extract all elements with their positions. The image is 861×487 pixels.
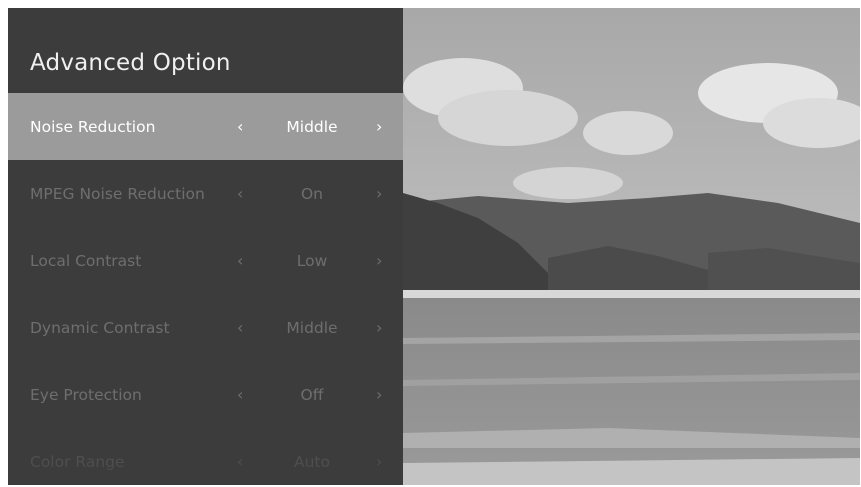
chevron-left-icon[interactable]: ‹ [237, 385, 243, 404]
menu-row-label: Color Range [30, 452, 125, 471]
menu-row-local-contrast[interactable]: Local Contrast ‹ Low › [8, 227, 403, 294]
chevron-right-icon[interactable]: › [376, 184, 382, 203]
menu-row-label: Local Contrast [30, 251, 142, 270]
menu-row-value: Off [300, 385, 324, 404]
chevron-left-icon[interactable]: ‹ [237, 318, 243, 337]
tv-screen: Advanced Option Noise Reduction ‹ Middle… [8, 8, 860, 485]
panel-title: Advanced Option [30, 50, 231, 76]
chevron-right-icon[interactable]: › [376, 251, 382, 270]
menu-row-label: MPEG Noise Reduction [30, 184, 205, 203]
menu-row-value: Middle [286, 117, 338, 136]
menu-row-value: Low [296, 251, 328, 270]
chevron-right-icon[interactable]: › [376, 385, 382, 404]
menu-row-color-range[interactable]: Color Range ‹ Auto › [8, 428, 403, 485]
advanced-option-panel: Advanced Option Noise Reduction ‹ Middle… [8, 8, 403, 485]
menu-row-dynamic-contrast[interactable]: Dynamic Contrast ‹ Middle › [8, 294, 403, 361]
menu-row-label: Eye Protection [30, 385, 142, 404]
menu-row-noise-reduction[interactable]: Noise Reduction ‹ Middle › [8, 93, 403, 160]
chevron-left-icon[interactable]: ‹ [237, 117, 243, 136]
chevron-right-icon[interactable]: › [376, 117, 382, 136]
menu-row-value: Auto [294, 452, 330, 471]
chevron-left-icon[interactable]: ‹ [237, 184, 243, 203]
menu-row-value: On [300, 184, 324, 203]
menu-row-label: Noise Reduction [30, 117, 156, 136]
chevron-right-icon[interactable]: › [376, 452, 382, 471]
chevron-left-icon[interactable]: ‹ [237, 452, 243, 471]
menu-row-value: Middle [286, 318, 338, 337]
chevron-left-icon[interactable]: ‹ [237, 251, 243, 270]
menu-row-mpeg-noise-reduction[interactable]: MPEG Noise Reduction ‹ On › [8, 160, 403, 227]
menu-row-eye-protection[interactable]: Eye Protection ‹ Off › [8, 361, 403, 428]
menu-row-label: Dynamic Contrast [30, 318, 170, 337]
chevron-right-icon[interactable]: › [376, 318, 382, 337]
